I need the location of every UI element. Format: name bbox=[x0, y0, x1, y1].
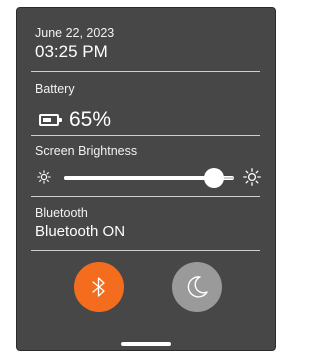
brightness-low-icon bbox=[37, 170, 51, 189]
night-mode-button[interactable] bbox=[172, 262, 222, 312]
time-text: 03:25 PM bbox=[35, 42, 108, 61]
brightness-high-icon bbox=[243, 168, 261, 191]
battery-status: 65% bbox=[39, 108, 111, 132]
divider bbox=[31, 135, 260, 136]
brightness-slider[interactable] bbox=[64, 168, 234, 188]
home-indicator[interactable] bbox=[121, 342, 171, 346]
brightness-slider-fill bbox=[64, 176, 214, 180]
battery-percentage: 65% bbox=[69, 108, 112, 131]
divider bbox=[31, 71, 260, 72]
battery-label: Battery bbox=[35, 82, 75, 96]
quick-settings-panel: June 22, 2023 03:25 PM Battery 65% Scree… bbox=[16, 7, 276, 351]
bluetooth-icon bbox=[91, 276, 107, 298]
moon-icon bbox=[184, 274, 210, 300]
bluetooth-status: Bluetooth ON bbox=[35, 223, 126, 240]
date-text: June 22, 2023 bbox=[35, 26, 115, 40]
brightness-label: Screen Brightness bbox=[35, 144, 138, 158]
bluetooth-toggle-button[interactable] bbox=[74, 262, 124, 312]
battery-icon bbox=[39, 114, 62, 126]
bluetooth-label: Bluetooth bbox=[35, 206, 88, 220]
divider bbox=[31, 250, 260, 251]
brightness-slider-thumb[interactable] bbox=[204, 168, 224, 188]
divider bbox=[31, 196, 260, 197]
